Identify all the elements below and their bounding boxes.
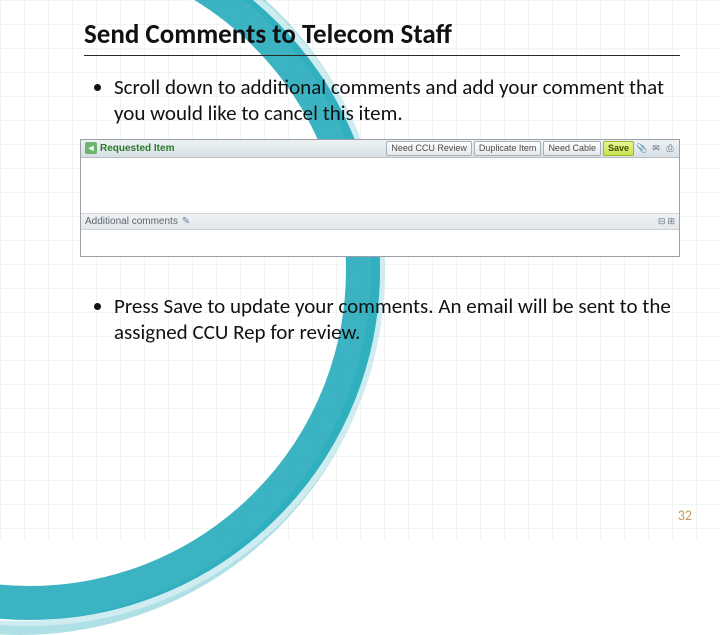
expand-icon[interactable]: ⊞ [667, 216, 675, 227]
attachment-icon[interactable]: 📎 [636, 142, 648, 154]
additional-comments-bar: Additional comments ✎ ⊟ ⊞ [81, 214, 679, 230]
duplicate-item-button[interactable]: Duplicate Item [474, 141, 542, 156]
embedded-screenshot: ◄ Requested Item Need CCU Review Duplica… [80, 139, 680, 257]
screenshot-body-upper [81, 158, 679, 214]
bullet-list-2: Press Save to update your comments. An e… [84, 293, 680, 346]
email-icon[interactable]: ✉ [650, 142, 662, 154]
need-ccu-review-button[interactable]: Need CCU Review [386, 141, 472, 156]
edit-icon[interactable]: ✎ [182, 216, 190, 227]
bullet-list: Scroll down to additional comments and a… [84, 74, 680, 127]
print-icon[interactable]: ⎙ [664, 142, 676, 154]
collapse-icon[interactable]: ⊟ [658, 216, 666, 227]
comments-bar-right: ⊟ ⊞ [658, 216, 675, 227]
screenshot-toolbar: ◄ Requested Item Need CCU Review Duplica… [81, 140, 679, 158]
page-number: 32 [678, 507, 692, 524]
toolbar-left: ◄ Requested Item [81, 140, 178, 157]
save-button[interactable]: Save [603, 141, 634, 156]
requested-item-label: Requested Item [100, 143, 174, 154]
toolbar-right: Need CCU Review Duplicate Item Need Cabl… [383, 140, 679, 157]
bullet-item: Scroll down to additional comments and a… [114, 74, 680, 127]
page-title: Send Comments to Telecom Staff [84, 18, 680, 56]
additional-comments-field[interactable] [81, 230, 679, 256]
bullet-item: Press Save to update your comments. An e… [114, 293, 680, 346]
need-cable-button[interactable]: Need Cable [543, 141, 601, 156]
slide-content: Send Comments to Telecom Staff Scroll do… [84, 18, 680, 355]
additional-comments-label: Additional comments [85, 216, 178, 227]
back-icon[interactable]: ◄ [85, 142, 97, 154]
